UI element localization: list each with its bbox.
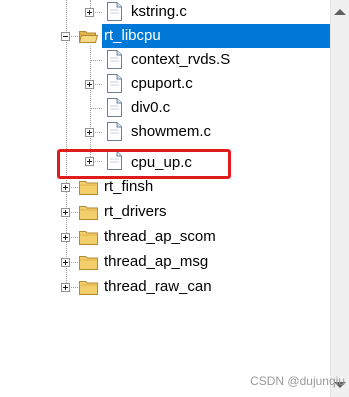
watermark: CSDN @dujunqiu xyxy=(250,374,345,388)
tree-item-rt-drivers[interactable]: rt_drivers xyxy=(0,200,330,224)
tree-guide-line xyxy=(90,108,102,109)
expand-icon[interactable] xyxy=(85,8,94,17)
tree-item-label: div0.c xyxy=(131,99,171,116)
tree-item-label: context_rvds.S xyxy=(131,51,231,68)
c-file-icon xyxy=(107,74,122,93)
expand-icon[interactable] xyxy=(85,80,94,89)
c-file-icon xyxy=(107,98,122,117)
folder-icon xyxy=(79,206,98,220)
folder-icon xyxy=(79,281,98,295)
expand-icon[interactable] xyxy=(61,283,70,292)
folder-icon xyxy=(79,231,98,245)
tree-item-showmem-c[interactable]: showmem.c xyxy=(0,120,330,144)
tree-item-kstring-c[interactable]: kstring.c xyxy=(0,0,330,24)
project-tree: kstring.c rt_libcpu context_rvds.S cpupo… xyxy=(0,0,330,397)
folder-icon xyxy=(79,181,98,195)
tree-item-thread-ap-msg[interactable]: thread_ap_msg xyxy=(0,250,330,274)
vertical-scrollbar[interactable] xyxy=(330,0,349,397)
tree-item-label: cpuport.c xyxy=(131,75,193,92)
tree-item-label: thread_raw_can xyxy=(104,278,212,295)
c-file-icon xyxy=(107,2,122,21)
tree-item-context-rvds-s[interactable]: context_rvds.S xyxy=(0,48,330,72)
tree-item-rt-libcpu[interactable]: rt_libcpu xyxy=(0,24,330,48)
asm-file-icon xyxy=(107,50,122,69)
tree-item-cpuport-c[interactable]: cpuport.c xyxy=(0,72,330,96)
c-file-icon xyxy=(107,122,122,141)
expand-icon[interactable] xyxy=(61,208,70,217)
folder-icon xyxy=(79,256,98,270)
tree-item-thread-raw-can[interactable]: thread_raw_can xyxy=(0,275,330,299)
expand-icon[interactable] xyxy=(85,128,94,137)
tree-item-thread-ap-scom[interactable]: thread_ap_scom xyxy=(0,225,330,249)
open-folder-icon xyxy=(79,31,98,43)
tree-item-label: kstring.c xyxy=(131,3,187,20)
tree-item-label: rt_finsh xyxy=(104,178,154,195)
tree-item-label: showmem.c xyxy=(131,123,212,140)
expand-icon[interactable] xyxy=(61,258,70,267)
tree-item-label: rt_drivers xyxy=(104,203,167,220)
expand-icon[interactable] xyxy=(61,233,70,242)
tree-guide-line xyxy=(90,60,102,61)
tree-item-div0-c[interactable]: div0.c xyxy=(0,96,330,120)
expand-icon[interactable] xyxy=(61,183,70,192)
tree-item-label: rt_libcpu xyxy=(104,27,161,44)
tree-item-label: thread_ap_msg xyxy=(104,253,209,270)
scroll-up-arrow-icon[interactable] xyxy=(334,9,346,15)
tree-item-rt-finsh[interactable]: rt_finsh xyxy=(0,175,330,199)
collapse-icon[interactable] xyxy=(61,32,70,41)
tree-item-label: thread_ap_scom xyxy=(104,228,216,245)
